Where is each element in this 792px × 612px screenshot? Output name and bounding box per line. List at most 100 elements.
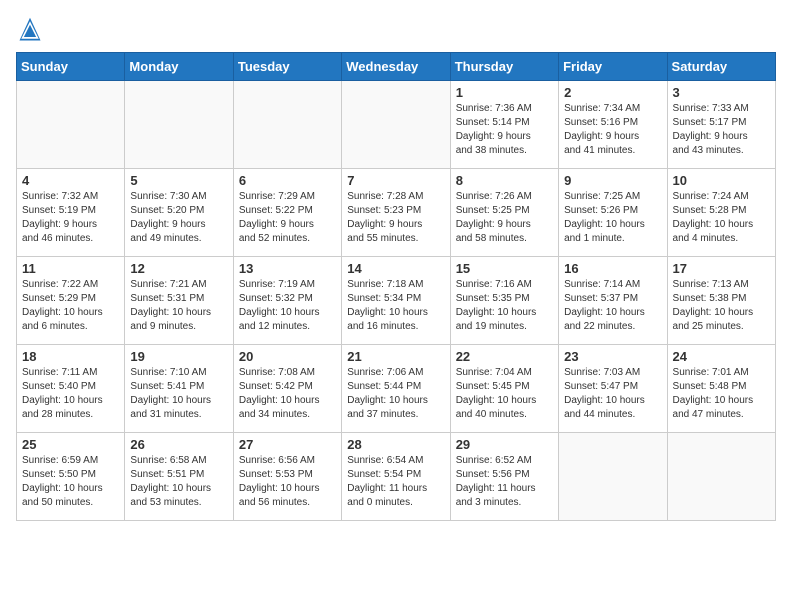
calendar-cell: 22 Sunrise: 7:04 AM Sunset: 5:45 PM Dayli… [450,345,558,433]
calendar-cell: 3 Sunrise: 7:33 AM Sunset: 5:17 PM Daylig… [667,81,775,169]
calendar-table: SundayMondayTuesdayWednesdayThursdayFrid… [16,52,776,521]
calendar-cell: 19 Sunrise: 7:10 AM Sunset: 5:41 PM Dayli… [125,345,233,433]
day-info: Sunrise: 7:25 AM Sunset: 5:26 PM Dayligh… [564,190,661,246]
day-number: 16 [564,261,661,276]
day-info: Sunrise: 7:26 AM Sunset: 5:25 PM Dayligh… [456,190,553,246]
weekday-header-row: SundayMondayTuesdayWednesdayThursdayFrid… [17,53,776,81]
logo [16,16,48,44]
day-info: Sunrise: 6:54 AM Sunset: 5:54 PM Dayligh… [347,454,444,510]
calendar-cell [342,81,450,169]
weekday-header-friday: Friday [559,53,667,81]
day-info: Sunrise: 7:13 AM Sunset: 5:38 PM Dayligh… [673,278,770,334]
day-info: Sunrise: 7:36 AM Sunset: 5:14 PM Dayligh… [456,102,553,158]
calendar-week-1: 1 Sunrise: 7:36 AM Sunset: 5:14 PM Daylig… [17,81,776,169]
calendar-cell: 13Sunrise: 7:19 AM Sunset: 5:32 PM Dayli… [233,257,341,345]
calendar-cell: 21 Sunrise: 7:06 AM Sunset: 5:44 PM Dayli… [342,345,450,433]
calendar-cell: 10 Sunrise: 7:24 AM Sunset: 5:28 PM Dayli… [667,169,775,257]
calendar-cell: 9 Sunrise: 7:25 AM Sunset: 5:26 PM Daylig… [559,169,667,257]
day-number: 26 [130,437,227,452]
page-header [16,16,776,44]
calendar-cell: 12Sunrise: 7:21 AM Sunset: 5:31 PM Dayli… [125,257,233,345]
day-info: Sunrise: 7:34 AM Sunset: 5:16 PM Dayligh… [564,102,661,158]
day-number: 1 [456,85,553,100]
day-number: 9 [564,173,661,188]
calendar-cell: 1 Sunrise: 7:36 AM Sunset: 5:14 PM Daylig… [450,81,558,169]
day-number: 24 [673,349,770,364]
weekday-header-wednesday: Wednesday [342,53,450,81]
calendar-cell: 2 Sunrise: 7:34 AM Sunset: 5:16 PM Daylig… [559,81,667,169]
day-number: 21 [347,349,444,364]
day-number: 19 [130,349,227,364]
calendar-cell: 25 Sunrise: 6:59 AM Sunset: 5:50 PM Dayli… [17,433,125,521]
day-info: Sunrise: 7:04 AM Sunset: 5:45 PM Dayligh… [456,366,553,422]
calendar-cell: 16 Sunrise: 7:14 AM Sunset: 5:37 PM Dayli… [559,257,667,345]
calendar-cell: 28 Sunrise: 6:54 AM Sunset: 5:54 PM Dayli… [342,433,450,521]
weekday-header-monday: Monday [125,53,233,81]
day-info: Sunrise: 7:14 AM Sunset: 5:37 PM Dayligh… [564,278,661,334]
weekday-header-thursday: Thursday [450,53,558,81]
day-info: Sunrise: 7:16 AM Sunset: 5:35 PM Dayligh… [456,278,553,334]
weekday-header-tuesday: Tuesday [233,53,341,81]
day-info: Sunrise: 7:24 AM Sunset: 5:28 PM Dayligh… [673,190,770,246]
day-number: 13 [239,261,336,276]
calendar-cell: 8Sunrise: 7:26 AM Sunset: 5:25 PM Daylig… [450,169,558,257]
day-info: Sunrise: 7:32 AM Sunset: 5:19 PM Dayligh… [22,190,119,246]
day-number: 3 [673,85,770,100]
day-number: 12 [130,261,227,276]
calendar-cell: 14 Sunrise: 7:18 AM Sunset: 5:34 PM Dayli… [342,257,450,345]
day-info: Sunrise: 7:29 AM Sunset: 5:22 PM Dayligh… [239,190,336,246]
day-number: 14 [347,261,444,276]
calendar-cell [17,81,125,169]
calendar-cell [667,433,775,521]
logo-icon [16,16,44,44]
calendar-cell: 27 Sunrise: 6:56 AM Sunset: 5:53 PM Dayli… [233,433,341,521]
day-info: Sunrise: 7:03 AM Sunset: 5:47 PM Dayligh… [564,366,661,422]
day-info: Sunrise: 7:33 AM Sunset: 5:17 PM Dayligh… [673,102,770,158]
calendar-cell: 26 Sunrise: 6:58 AM Sunset: 5:51 PM Dayli… [125,433,233,521]
day-number: 28 [347,437,444,452]
calendar-cell: 23 Sunrise: 7:03 AM Sunset: 5:47 PM Dayli… [559,345,667,433]
calendar-cell [125,81,233,169]
calendar-week-3: 11 Sunrise: 7:22 AM Sunset: 5:29 PM Dayli… [17,257,776,345]
day-number: 5 [130,173,227,188]
day-number: 27 [239,437,336,452]
day-info: Sunrise: 7:11 AM Sunset: 5:40 PM Dayligh… [22,366,119,422]
calendar-cell: 4 Sunrise: 7:32 AM Sunset: 5:19 PM Daylig… [17,169,125,257]
day-number: 17 [673,261,770,276]
day-number: 25 [22,437,119,452]
calendar-cell: 7Sunrise: 7:28 AM Sunset: 5:23 PM Daylig… [342,169,450,257]
day-info: Sunrise: 7:22 AM Sunset: 5:29 PM Dayligh… [22,278,119,334]
calendar-cell: 15 Sunrise: 7:16 AM Sunset: 5:35 PM Dayli… [450,257,558,345]
calendar-cell: 11 Sunrise: 7:22 AM Sunset: 5:29 PM Dayli… [17,257,125,345]
day-info: Sunrise: 6:59 AM Sunset: 5:50 PM Dayligh… [22,454,119,510]
day-info: Sunrise: 7:18 AM Sunset: 5:34 PM Dayligh… [347,278,444,334]
calendar-cell [233,81,341,169]
day-number: 2 [564,85,661,100]
calendar-week-5: 25 Sunrise: 6:59 AM Sunset: 5:50 PM Dayli… [17,433,776,521]
day-number: 11 [22,261,119,276]
day-info: Sunrise: 6:58 AM Sunset: 5:51 PM Dayligh… [130,454,227,510]
day-number: 4 [22,173,119,188]
day-number: 22 [456,349,553,364]
calendar-cell: 24 Sunrise: 7:01 AM Sunset: 5:48 PM Dayli… [667,345,775,433]
day-number: 6 [239,173,336,188]
calendar-cell: 5 Sunrise: 7:30 AM Sunset: 5:20 PM Daylig… [125,169,233,257]
day-info: Sunrise: 7:06 AM Sunset: 5:44 PM Dayligh… [347,366,444,422]
day-info: Sunrise: 6:56 AM Sunset: 5:53 PM Dayligh… [239,454,336,510]
day-number: 23 [564,349,661,364]
calendar-cell [559,433,667,521]
day-info: Sunrise: 7:30 AM Sunset: 5:20 PM Dayligh… [130,190,227,246]
calendar-week-2: 4 Sunrise: 7:32 AM Sunset: 5:19 PM Daylig… [17,169,776,257]
weekday-header-saturday: Saturday [667,53,775,81]
day-info: Sunrise: 7:01 AM Sunset: 5:48 PM Dayligh… [673,366,770,422]
calendar-cell: 6 Sunrise: 7:29 AM Sunset: 5:22 PM Daylig… [233,169,341,257]
day-number: 7 [347,173,444,188]
day-number: 10 [673,173,770,188]
day-number: 20 [239,349,336,364]
day-info: Sunrise: 7:10 AM Sunset: 5:41 PM Dayligh… [130,366,227,422]
day-number: 15 [456,261,553,276]
weekday-header-sunday: Sunday [17,53,125,81]
calendar-week-4: 18Sunrise: 7:11 AM Sunset: 5:40 PM Dayli… [17,345,776,433]
day-info: Sunrise: 6:52 AM Sunset: 5:56 PM Dayligh… [456,454,553,510]
day-info: Sunrise: 7:08 AM Sunset: 5:42 PM Dayligh… [239,366,336,422]
